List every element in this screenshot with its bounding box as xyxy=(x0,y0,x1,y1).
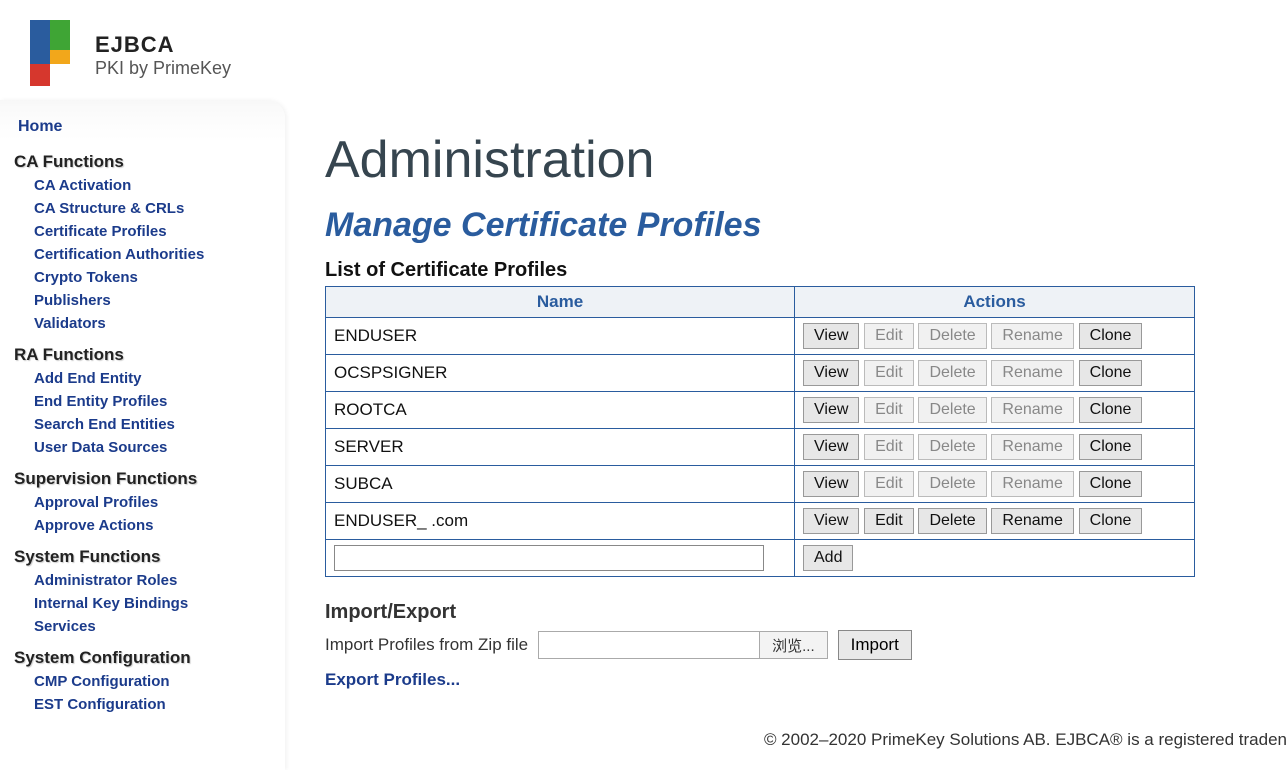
col-actions: Actions xyxy=(795,287,1195,318)
nav-item[interactable]: Approval Profiles xyxy=(10,491,285,514)
table-row: ROOTCAView Edit Delete Rename Clone xyxy=(326,392,1195,429)
edit-button: Edit xyxy=(864,471,914,497)
view-button[interactable]: View xyxy=(803,360,859,386)
browse-button[interactable]: 浏览... xyxy=(759,632,827,658)
rename-button[interactable]: Rename xyxy=(991,508,1073,534)
nav-item[interactable]: Administrator Roles xyxy=(10,569,285,592)
nav-section: Supervision Functions xyxy=(10,459,285,491)
table-row: SUBCAView Edit Delete Rename Clone xyxy=(326,466,1195,503)
view-button[interactable]: View xyxy=(803,434,859,460)
rename-button: Rename xyxy=(991,397,1073,423)
col-name: Name xyxy=(326,287,795,318)
profiles-table: Name Actions ENDUSERView Edit Delete Ren… xyxy=(325,286,1195,577)
main-content: Administration Manage Certificate Profil… xyxy=(285,100,1287,770)
nav-item[interactable]: Crypto Tokens xyxy=(10,266,285,289)
nav-item[interactable]: Internal Key Bindings xyxy=(10,592,285,615)
sidebar: Home CA FunctionsCA ActivationCA Structu… xyxy=(0,100,285,770)
nav-item[interactable]: Certificate Profiles xyxy=(10,220,285,243)
nav-item[interactable]: Publishers xyxy=(10,289,285,312)
table-row: ENDUSER_ .comView Edit Delete Rename Clo… xyxy=(326,503,1195,540)
clone-button[interactable]: Clone xyxy=(1079,471,1143,497)
table-row: OCSPSIGNERView Edit Delete Rename Clone xyxy=(326,355,1195,392)
profile-name: ROOTCA xyxy=(326,392,795,429)
logo-subtitle: PKI by PrimeKey xyxy=(95,58,231,79)
nav-home[interactable]: Home xyxy=(10,110,285,142)
clone-button[interactable]: Clone xyxy=(1079,397,1143,423)
clone-button[interactable]: Clone xyxy=(1079,323,1143,349)
profile-name: OCSPSIGNER xyxy=(326,355,795,392)
nav-item[interactable]: Certification Authorities xyxy=(10,243,285,266)
profile-actions: View Edit Delete Rename Clone xyxy=(795,466,1195,503)
nav-item[interactable]: EST Configuration xyxy=(10,693,285,716)
nav-item[interactable]: CA Structure & CRLs xyxy=(10,197,285,220)
nav-item[interactable]: CA Activation xyxy=(10,174,285,197)
rename-button: Rename xyxy=(991,471,1073,497)
profile-name: SERVER xyxy=(326,429,795,466)
edit-button: Edit xyxy=(864,434,914,460)
page-title: Administration xyxy=(325,100,1287,206)
nav-section: System Configuration xyxy=(10,638,285,670)
delete-button: Delete xyxy=(918,434,986,460)
nav-item[interactable]: CMP Configuration xyxy=(10,670,285,693)
nav-item[interactable]: Search End Entities xyxy=(10,413,285,436)
import-label: Import Profiles from Zip file xyxy=(325,635,528,655)
list-heading: List of Certificate Profiles xyxy=(325,259,1287,282)
edit-button: Edit xyxy=(864,397,914,423)
nav-item[interactable]: Services xyxy=(10,615,285,638)
profile-actions: View Edit Delete Rename Clone xyxy=(795,392,1195,429)
logo-title: EJBCA xyxy=(95,32,231,58)
import-export: Import/Export Import Profiles from Zip f… xyxy=(325,601,1287,690)
table-row-add: Add xyxy=(326,540,1195,577)
nav-section: System Functions xyxy=(10,537,285,569)
delete-button[interactable]: Delete xyxy=(918,508,986,534)
edit-button[interactable]: Edit xyxy=(864,508,914,534)
view-button[interactable]: View xyxy=(803,323,859,349)
logo-icon xyxy=(30,20,85,90)
delete-button: Delete xyxy=(918,323,986,349)
add-button[interactable]: Add xyxy=(803,545,853,571)
profile-actions: View Edit Delete Rename Clone xyxy=(795,429,1195,466)
profile-actions: View Edit Delete Rename Clone xyxy=(795,318,1195,355)
nav-section: CA Functions xyxy=(10,142,285,174)
profile-actions: View Edit Delete Rename Clone xyxy=(795,503,1195,540)
edit-button: Edit xyxy=(864,323,914,349)
table-row: SERVERView Edit Delete Rename Clone xyxy=(326,429,1195,466)
new-profile-input[interactable] xyxy=(334,545,764,571)
file-input[interactable]: 浏览... xyxy=(538,631,828,659)
nav-item[interactable]: Add End Entity xyxy=(10,367,285,390)
nav-item[interactable]: User Data Sources xyxy=(10,436,285,459)
clone-button[interactable]: Clone xyxy=(1079,360,1143,386)
view-button[interactable]: View xyxy=(803,471,859,497)
profile-actions: View Edit Delete Rename Clone xyxy=(795,355,1195,392)
logo-area: EJBCA PKI by PrimeKey xyxy=(0,0,1287,100)
file-field[interactable] xyxy=(539,632,759,658)
nav-item[interactable]: Validators xyxy=(10,312,285,335)
profile-name: ENDUSER xyxy=(326,318,795,355)
footer: © 2002–2020 PrimeKey Solutions AB. EJBCA… xyxy=(325,730,1287,750)
delete-button: Delete xyxy=(918,360,986,386)
import-export-heading: Import/Export xyxy=(325,601,1287,624)
rename-button: Rename xyxy=(991,360,1073,386)
view-button[interactable]: View xyxy=(803,508,859,534)
export-link[interactable]: Export Profiles... xyxy=(325,670,460,689)
profile-name: ENDUSER_ .com xyxy=(326,503,795,540)
delete-button: Delete xyxy=(918,471,986,497)
delete-button: Delete xyxy=(918,397,986,423)
nav-item[interactable]: End Entity Profiles xyxy=(10,390,285,413)
import-button[interactable]: Import xyxy=(838,630,912,660)
rename-button: Rename xyxy=(991,434,1073,460)
nav-section: RA Functions xyxy=(10,335,285,367)
profile-name: SUBCA xyxy=(326,466,795,503)
view-button[interactable]: View xyxy=(803,397,859,423)
clone-button[interactable]: Clone xyxy=(1079,434,1143,460)
clone-button[interactable]: Clone xyxy=(1079,508,1143,534)
table-row: ENDUSERView Edit Delete Rename Clone xyxy=(326,318,1195,355)
page-subtitle: Manage Certificate Profiles xyxy=(325,206,1287,245)
nav-item[interactable]: Approve Actions xyxy=(10,514,285,537)
rename-button: Rename xyxy=(991,323,1073,349)
edit-button: Edit xyxy=(864,360,914,386)
